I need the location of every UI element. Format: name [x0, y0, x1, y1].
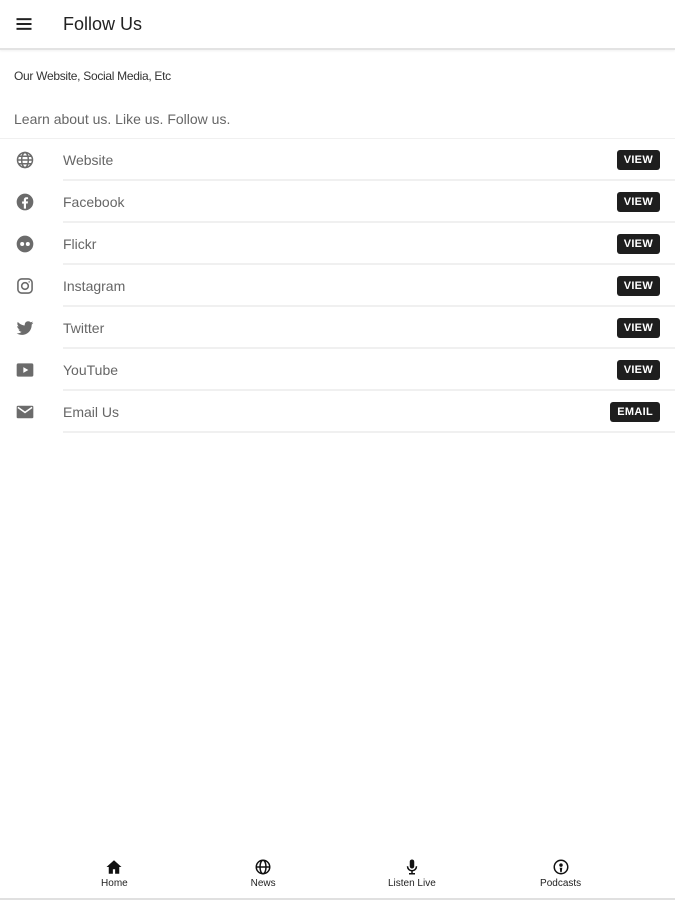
view-button[interactable]: VIEW: [616, 360, 660, 380]
link-row-twitter[interactable]: Twitter VIEW: [0, 307, 675, 349]
link-row-facebook[interactable]: Facebook VIEW: [0, 181, 675, 223]
youtube-icon: [14, 359, 36, 381]
nav-label: Listen Live: [387, 877, 436, 889]
email-button[interactable]: EMAIL: [610, 402, 660, 422]
view-button[interactable]: VIEW: [616, 150, 660, 170]
nav-label: News: [250, 877, 276, 889]
nav-news[interactable]: News: [218, 858, 308, 889]
view-button[interactable]: VIEW: [616, 276, 660, 296]
app-screen: Follow Us Our Website, Social Media, Etc…: [0, 0, 675, 900]
podcast-icon: [553, 859, 569, 874]
link-label: Website: [63, 152, 114, 168]
link-row-website[interactable]: Website VIEW: [0, 139, 675, 181]
globe-icon: [255, 859, 271, 874]
link-label: YouTube: [63, 362, 119, 378]
view-button[interactable]: VIEW: [616, 234, 660, 254]
link-label: Flickr: [63, 236, 97, 252]
link-list: Website VIEW Facebook VIEW Flickr VIEW I…: [0, 138, 675, 433]
link-row-instagram[interactable]: Instagram VIEW: [0, 265, 675, 307]
link-row-email[interactable]: Email Us EMAIL: [0, 391, 675, 433]
link-label: Instagram: [63, 278, 126, 294]
bottom-navigation: Home News Listen Live Podcasts: [0, 848, 675, 900]
facebook-icon: [14, 191, 36, 213]
email-icon: [14, 401, 36, 423]
link-label: Email Us: [63, 404, 120, 420]
section-description: Learn about us. Like us. Follow us.: [14, 111, 231, 127]
nav-home[interactable]: Home: [69, 858, 159, 889]
link-label: Facebook: [63, 194, 125, 210]
top-app-bar: Follow Us: [0, 0, 675, 50]
nav-label: Podcasts: [540, 877, 582, 889]
link-label: Twitter: [63, 320, 105, 336]
page-title: Follow Us: [63, 13, 143, 34]
instagram-icon: [14, 275, 36, 297]
twitter-icon: [14, 317, 36, 339]
flickr-icon: [14, 233, 36, 255]
view-button[interactable]: VIEW: [616, 192, 660, 212]
home-icon: [106, 859, 122, 874]
section-subtitle: Our Website, Social Media, Etc: [14, 69, 171, 83]
microphone-icon: [406, 859, 418, 874]
menu-button[interactable]: [0, 0, 48, 48]
nav-label: Home: [101, 877, 128, 889]
menu-icon: [16, 18, 32, 30]
link-row-flickr[interactable]: Flickr VIEW: [0, 223, 675, 265]
link-row-youtube[interactable]: YouTube VIEW: [0, 349, 675, 391]
view-button[interactable]: VIEW: [616, 318, 660, 338]
nav-listen-live[interactable]: Listen Live: [367, 858, 457, 889]
globe-icon: [14, 149, 36, 171]
nav-podcasts[interactable]: Podcasts: [516, 858, 606, 889]
